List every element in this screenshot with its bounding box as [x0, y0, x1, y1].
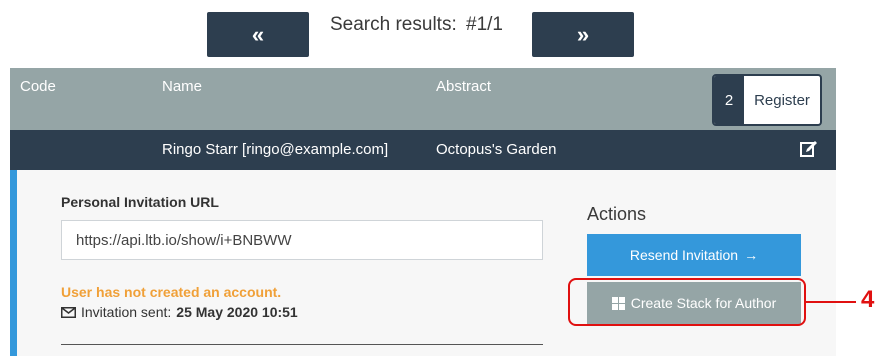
invitation-sent-date: 25 May 2020 10:51: [176, 304, 298, 320]
row-author-name: Ringo Starr [ringo@example.com]: [162, 141, 389, 158]
register-button[interactable]: 2 Register: [712, 74, 822, 126]
invitation-url-label: Personal Invitation URL: [61, 194, 219, 210]
resend-invitation-label: Resend Invitation: [629, 247, 739, 263]
search-results-status: Search results: #1/1: [330, 14, 520, 36]
table-header: Code Name Abstract 2 Register: [10, 68, 836, 130]
previous-result-button[interactable]: «: [207, 12, 309, 57]
invitation-sent-label: Invitation sent:: [81, 304, 172, 320]
annotation-number: 4: [861, 286, 875, 313]
search-results-value: #1/1: [466, 14, 503, 35]
invitation-url-field[interactable]: [61, 220, 543, 260]
register-button-label: Register: [754, 91, 810, 109]
register-count-badge: 2: [714, 76, 744, 124]
edit-icon[interactable]: [800, 140, 818, 158]
column-header-code[interactable]: Code: [20, 78, 56, 95]
search-pager: « Search results: #1/1 »: [0, 0, 879, 68]
search-results-label: Search results:: [330, 14, 457, 35]
column-header-abstract[interactable]: Abstract: [436, 78, 491, 95]
author-detail-panel: Personal Invitation URL User has not cre…: [10, 170, 836, 356]
actions-heading: Actions: [587, 204, 647, 224]
annotation-highlight-box: [568, 278, 806, 326]
annotation-leader-line: [806, 301, 856, 303]
account-warning: User has not created an account.: [61, 284, 282, 300]
table-row[interactable]: Ringo Starr [ringo@example.com] Octopus'…: [10, 130, 836, 170]
row-abstract: Octopus's Garden: [436, 141, 557, 158]
arrow-right-icon: →: [744, 247, 759, 263]
next-result-button[interactable]: »: [532, 12, 634, 57]
resend-invitation-button[interactable]: Resend Invitation →: [587, 234, 801, 276]
envelope-icon: [61, 306, 76, 318]
column-header-name[interactable]: Name: [162, 78, 202, 95]
invitation-sent-info: Invitation sent: 25 May 2020 10:51: [61, 304, 298, 320]
divider: [61, 344, 543, 345]
